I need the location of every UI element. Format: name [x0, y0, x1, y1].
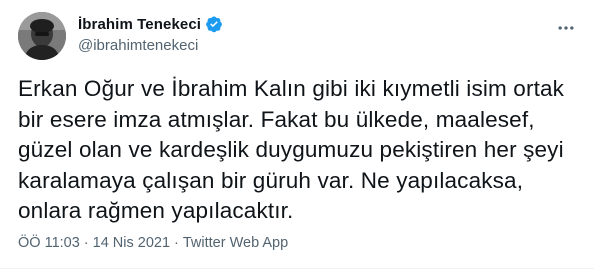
avatar[interactable]: [18, 12, 66, 60]
avatar-photo: [18, 12, 66, 60]
tweet-source-link[interactable]: Twitter Web App: [183, 235, 288, 251]
more-options-button[interactable]: [554, 16, 578, 40]
separator-dot: ·: [83, 235, 89, 251]
author-display-name[interactable]: İbrahim Tenekeci: [78, 16, 201, 33]
divider: [0, 268, 594, 269]
separator-dot: ·: [174, 235, 179, 251]
tweet-metadata: ÖÖ 11:03 · 14 Nis 2021 · Twitter Web App: [18, 235, 288, 251]
tweet-text: Erkan Oğur ve İbrahim Kalın gibi iki kıy…: [18, 76, 565, 223]
more-options-icon: [558, 26, 574, 30]
tweet-date[interactable]: 14 Nis 2021: [93, 235, 170, 251]
tweet-card: İbrahim Tenekeci @ibrahimtenekeci Erkan …: [0, 0, 594, 271]
author-info: İbrahim Tenekeci @ibrahimtenekeci: [78, 14, 223, 54]
author-handle[interactable]: @ibrahimtenekeci: [78, 37, 223, 54]
author-name-row: İbrahim Tenekeci: [78, 14, 223, 34]
verified-badge-icon: [206, 16, 222, 33]
tweet-time[interactable]: ÖÖ 11:03: [18, 235, 80, 251]
